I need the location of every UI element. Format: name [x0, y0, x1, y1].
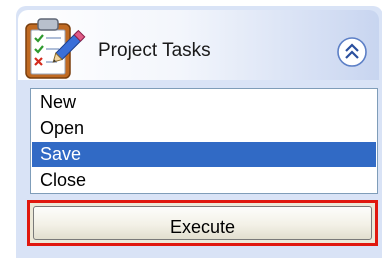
list-item-save[interactable]: Save [32, 142, 376, 167]
execute-button-label: Execute [169, 217, 236, 237]
task-list[interactable]: New Open Save Close [30, 88, 378, 194]
execute-button-face: Execute [33, 206, 372, 240]
panel-title: Project Tasks [98, 40, 211, 61]
clipboard-checklist-pencil-icon [25, 18, 86, 79]
collapse-button[interactable] [336, 36, 368, 68]
execute-button[interactable]: Execute [27, 200, 378, 246]
list-item-open[interactable]: Open [32, 116, 376, 141]
list-item-new[interactable]: New [32, 90, 376, 115]
list-item-close[interactable]: Close [32, 168, 376, 193]
double-chevron-up-icon [337, 37, 367, 67]
